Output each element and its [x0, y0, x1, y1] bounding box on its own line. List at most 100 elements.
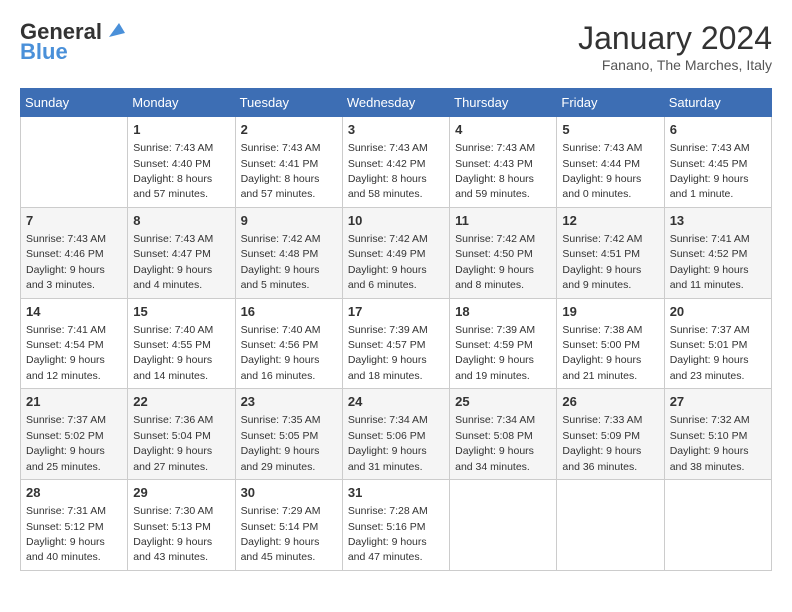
- week-row-5: 28 Sunrise: 7:31 AM Sunset: 5:12 PM Dayli…: [21, 480, 772, 571]
- day-number: 4: [455, 121, 551, 139]
- calendar-cell: 11 Sunrise: 7:42 AM Sunset: 4:50 PM Dayli…: [450, 207, 557, 298]
- page-header: General Blue January 2024 Fanano, The Ma…: [20, 20, 772, 73]
- calendar-cell: [664, 480, 771, 571]
- calendar-cell: 13 Sunrise: 7:41 AM Sunset: 4:52 PM Dayli…: [664, 207, 771, 298]
- day-info: Sunrise: 7:31 AM Sunset: 5:12 PM Dayligh…: [26, 505, 106, 563]
- day-number: 8: [133, 212, 229, 230]
- calendar-cell: 29 Sunrise: 7:30 AM Sunset: 5:13 PM Dayli…: [128, 480, 235, 571]
- day-info: Sunrise: 7:34 AM Sunset: 5:06 PM Dayligh…: [348, 414, 428, 472]
- calendar-cell: 21Sunrise: 7:37 AM Sunset: 5:02 PM Dayli…: [21, 389, 128, 480]
- day-number: 26: [562, 393, 658, 411]
- header-cell-thursday: Thursday: [450, 89, 557, 117]
- calendar-header: SundayMondayTuesdayWednesdayThursdayFrid…: [21, 89, 772, 117]
- day-number: 13: [670, 212, 766, 230]
- header-cell-tuesday: Tuesday: [235, 89, 342, 117]
- day-info: Sunrise: 7:43 AM Sunset: 4:44 PM Dayligh…: [562, 142, 642, 200]
- calendar-cell: 19 Sunrise: 7:38 AM Sunset: 5:00 PM Dayli…: [557, 298, 664, 389]
- day-info: Sunrise: 7:35 AM Sunset: 5:05 PM Dayligh…: [241, 414, 321, 472]
- day-number: 23: [241, 393, 337, 411]
- calendar-cell: 20Sunrise: 7:37 AM Sunset: 5:01 PM Dayli…: [664, 298, 771, 389]
- calendar-cell: 18Sunrise: 7:39 AM Sunset: 4:59 PM Dayli…: [450, 298, 557, 389]
- calendar-cell: 17 Sunrise: 7:39 AM Sunset: 4:57 PM Dayli…: [342, 298, 449, 389]
- calendar-cell: 3Sunrise: 7:43 AM Sunset: 4:42 PM Daylig…: [342, 117, 449, 208]
- day-info: Sunrise: 7:41 AM Sunset: 4:54 PM Dayligh…: [26, 324, 106, 382]
- day-info: Sunrise: 7:29 AM Sunset: 5:14 PM Dayligh…: [241, 505, 321, 563]
- day-info: Sunrise: 7:34 AM Sunset: 5:08 PM Dayligh…: [455, 414, 535, 472]
- header-cell-saturday: Saturday: [664, 89, 771, 117]
- day-number: 16: [241, 303, 337, 321]
- day-number: 7: [26, 212, 122, 230]
- calendar-cell: [450, 480, 557, 571]
- calendar-cell: 23 Sunrise: 7:35 AM Sunset: 5:05 PM Dayli…: [235, 389, 342, 480]
- calendar-cell: 24 Sunrise: 7:34 AM Sunset: 5:06 PM Dayli…: [342, 389, 449, 480]
- calendar-cell: 22 Sunrise: 7:36 AM Sunset: 5:04 PM Dayli…: [128, 389, 235, 480]
- calendar-cell: [557, 480, 664, 571]
- day-info: Sunrise: 7:43 AM Sunset: 4:47 PM Dayligh…: [133, 233, 213, 291]
- calendar-cell: 26 Sunrise: 7:33 AM Sunset: 5:09 PM Dayli…: [557, 389, 664, 480]
- calendar-cell: 6 Sunrise: 7:43 AM Sunset: 4:45 PM Daylig…: [664, 117, 771, 208]
- day-number: 31: [348, 484, 444, 502]
- title-section: January 2024 Fanano, The Marches, Italy: [578, 20, 772, 73]
- calendar-cell: 30 Sunrise: 7:29 AM Sunset: 5:14 PM Dayli…: [235, 480, 342, 571]
- day-info: Sunrise: 7:43 AM Sunset: 4:46 PM Dayligh…: [26, 233, 106, 291]
- day-info: Sunrise: 7:36 AM Sunset: 5:04 PM Dayligh…: [133, 414, 213, 472]
- day-info: Sunrise: 7:30 AM Sunset: 5:13 PM Dayligh…: [133, 505, 213, 563]
- week-row-3: 14 Sunrise: 7:41 AM Sunset: 4:54 PM Dayli…: [21, 298, 772, 389]
- calendar-cell: 15Sunrise: 7:40 AM Sunset: 4:55 PM Dayli…: [128, 298, 235, 389]
- day-number: 19: [562, 303, 658, 321]
- month-title: January 2024: [578, 20, 772, 57]
- calendar-cell: 31 Sunrise: 7:28 AM Sunset: 5:16 PM Dayli…: [342, 480, 449, 571]
- day-number: 12: [562, 212, 658, 230]
- day-info: Sunrise: 7:38 AM Sunset: 5:00 PM Dayligh…: [562, 324, 642, 382]
- day-number: 25: [455, 393, 551, 411]
- header-cell-friday: Friday: [557, 89, 664, 117]
- calendar-table: SundayMondayTuesdayWednesdayThursdayFrid…: [20, 88, 772, 571]
- day-info: Sunrise: 7:37 AM Sunset: 5:02 PM Dayligh…: [26, 414, 106, 472]
- day-info: Sunrise: 7:43 AM Sunset: 4:42 PM Dayligh…: [348, 142, 428, 200]
- calendar-cell: 28 Sunrise: 7:31 AM Sunset: 5:12 PM Dayli…: [21, 480, 128, 571]
- day-info: Sunrise: 7:41 AM Sunset: 4:52 PM Dayligh…: [670, 233, 750, 291]
- day-info: Sunrise: 7:42 AM Sunset: 4:49 PM Dayligh…: [348, 233, 428, 291]
- calendar-cell: 2 Sunrise: 7:43 AM Sunset: 4:41 PM Daylig…: [235, 117, 342, 208]
- day-number: 1: [133, 121, 229, 139]
- day-info: Sunrise: 7:33 AM Sunset: 5:09 PM Dayligh…: [562, 414, 642, 472]
- header-row: SundayMondayTuesdayWednesdayThursdayFrid…: [21, 89, 772, 117]
- day-number: 10: [348, 212, 444, 230]
- day-number: 30: [241, 484, 337, 502]
- logo-text-blue: Blue: [20, 40, 127, 64]
- logo-bird-icon: [105, 19, 127, 41]
- calendar-cell: 14 Sunrise: 7:41 AM Sunset: 4:54 PM Dayli…: [21, 298, 128, 389]
- day-number: 24: [348, 393, 444, 411]
- day-info: Sunrise: 7:40 AM Sunset: 4:56 PM Dayligh…: [241, 324, 321, 382]
- day-info: Sunrise: 7:43 AM Sunset: 4:41 PM Dayligh…: [241, 142, 321, 200]
- day-number: 5: [562, 121, 658, 139]
- day-number: 28: [26, 484, 122, 502]
- day-info: Sunrise: 7:43 AM Sunset: 4:40 PM Dayligh…: [133, 142, 213, 200]
- day-number: 15: [133, 303, 229, 321]
- calendar-cell: 16 Sunrise: 7:40 AM Sunset: 4:56 PM Dayli…: [235, 298, 342, 389]
- day-info: Sunrise: 7:43 AM Sunset: 4:45 PM Dayligh…: [670, 142, 750, 200]
- header-cell-wednesday: Wednesday: [342, 89, 449, 117]
- day-info: Sunrise: 7:28 AM Sunset: 5:16 PM Dayligh…: [348, 505, 428, 563]
- day-number: 2: [241, 121, 337, 139]
- day-info: Sunrise: 7:42 AM Sunset: 4:48 PM Dayligh…: [241, 233, 321, 291]
- day-number: 14: [26, 303, 122, 321]
- day-number: 11: [455, 212, 551, 230]
- calendar-cell: 8 Sunrise: 7:43 AM Sunset: 4:47 PM Daylig…: [128, 207, 235, 298]
- week-row-2: 7 Sunrise: 7:43 AM Sunset: 4:46 PM Daylig…: [21, 207, 772, 298]
- day-info: Sunrise: 7:43 AM Sunset: 4:43 PM Dayligh…: [455, 142, 535, 200]
- day-number: 29: [133, 484, 229, 502]
- day-number: 22: [133, 393, 229, 411]
- location-subtitle: Fanano, The Marches, Italy: [578, 57, 772, 73]
- day-info: Sunrise: 7:32 AM Sunset: 5:10 PM Dayligh…: [670, 414, 750, 472]
- day-info: Sunrise: 7:39 AM Sunset: 4:57 PM Dayligh…: [348, 324, 428, 382]
- week-row-1: 1 Sunrise: 7:43 AM Sunset: 4:40 PM Daylig…: [21, 117, 772, 208]
- day-info: Sunrise: 7:42 AM Sunset: 4:50 PM Dayligh…: [455, 233, 535, 291]
- calendar-cell: 27Sunrise: 7:32 AM Sunset: 5:10 PM Dayli…: [664, 389, 771, 480]
- calendar-body: 1 Sunrise: 7:43 AM Sunset: 4:40 PM Daylig…: [21, 117, 772, 571]
- calendar-cell: [21, 117, 128, 208]
- day-number: 6: [670, 121, 766, 139]
- header-cell-monday: Monday: [128, 89, 235, 117]
- week-row-4: 21Sunrise: 7:37 AM Sunset: 5:02 PM Dayli…: [21, 389, 772, 480]
- day-number: 17: [348, 303, 444, 321]
